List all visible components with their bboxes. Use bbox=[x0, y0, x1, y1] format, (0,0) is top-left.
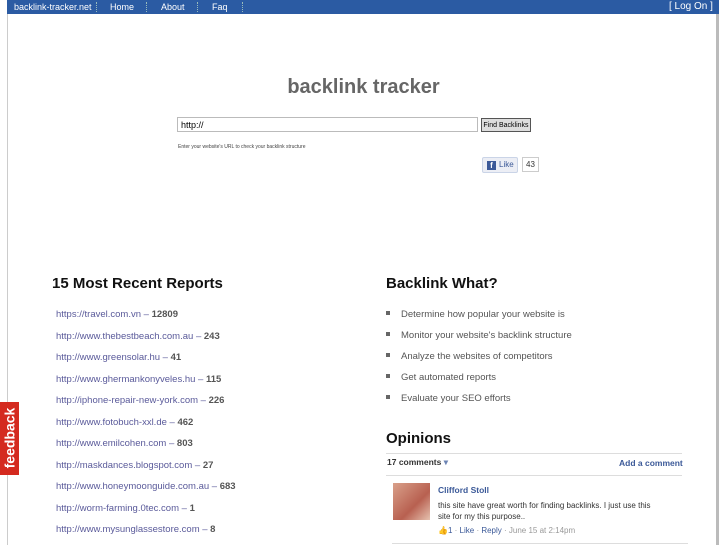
divider bbox=[386, 475, 682, 476]
commenter-avatar[interactable] bbox=[393, 483, 430, 520]
bullet-icon bbox=[386, 311, 390, 315]
report-item[interactable]: https://travel.com.vn – 12809 bbox=[56, 309, 178, 320]
report-url[interactable]: http://www.ghermankonyveles.hu bbox=[56, 374, 195, 385]
like-count: 43 bbox=[522, 157, 539, 172]
reports-heading: 15 Most Recent Reports bbox=[52, 275, 223, 292]
feature-label: Get automated reports bbox=[401, 372, 497, 383]
feature-item: Determine how popular your website is bbox=[386, 309, 565, 320]
feedback-tab[interactable]: feedback bbox=[0, 402, 19, 475]
login-link[interactable]: [ Log On ] bbox=[669, 0, 713, 14]
nav-faq[interactable]: Faq bbox=[212, 0, 228, 14]
feature-label: Analyze the websites of competitors bbox=[401, 351, 553, 362]
report-count: 243 bbox=[203, 330, 220, 342]
report-count: 27 bbox=[202, 459, 214, 471]
bullet-icon bbox=[386, 395, 390, 399]
comment-like-link[interactable]: Like bbox=[460, 526, 475, 535]
feature-item: Monitor your website's backlink structur… bbox=[386, 330, 572, 341]
report-count: 803 bbox=[176, 438, 193, 449]
report-url[interactable]: http://www.greensolar.hu bbox=[56, 352, 160, 363]
comment-author[interactable]: Clifford Stoll bbox=[438, 485, 489, 495]
divider bbox=[96, 2, 97, 12]
report-item[interactable]: http://maskdances.blogspot.com – 27 bbox=[56, 460, 213, 471]
report-item[interactable]: http://www.greensolar.hu – 41 bbox=[56, 352, 181, 363]
feature-item: Analyze the websites of competitors bbox=[386, 351, 553, 362]
report-item[interactable]: http://www.honeymoonguide.com.au – 683 bbox=[56, 481, 236, 492]
divider bbox=[242, 2, 243, 12]
feature-label: Determine how popular your website is bbox=[401, 309, 565, 320]
report-item[interactable]: http://iphone-repair-new-york.com – 226 bbox=[56, 395, 224, 406]
feature-label: Evaluate your SEO efforts bbox=[401, 393, 511, 404]
report-url[interactable]: http://www.emilcohen.com bbox=[56, 438, 166, 449]
feature-item: Get automated reports bbox=[386, 372, 496, 383]
report-url[interactable]: http://maskdances.blogspot.com bbox=[56, 460, 192, 471]
like-label: Like bbox=[499, 160, 514, 169]
report-count: 462 bbox=[177, 416, 194, 428]
add-comment-link[interactable]: Add a comment bbox=[619, 458, 683, 468]
comments-count-dropdown[interactable]: 17 comments ▾ bbox=[387, 457, 448, 468]
thumbs-up-icon: 👍 bbox=[438, 526, 448, 535]
report-item[interactable]: http://worm-farming.0tec.com – 1 bbox=[56, 503, 195, 514]
report-url[interactable]: https://travel.com.vn bbox=[56, 309, 141, 320]
find-backlinks-button[interactable]: Find Backlinks bbox=[481, 118, 531, 132]
bullet-icon bbox=[386, 353, 390, 357]
report-url[interactable]: http://www.fotobuch-xxl.de bbox=[56, 417, 167, 428]
report-item[interactable]: http://www.mysunglassestore.com – 8 bbox=[56, 524, 215, 535]
comment-text: this site have great worth for finding b… bbox=[438, 501, 651, 521]
report-count: 12809 bbox=[151, 309, 178, 320]
url-input[interactable] bbox=[177, 117, 478, 132]
report-count: 115 bbox=[205, 373, 222, 385]
feature-item: Evaluate your SEO efforts bbox=[386, 393, 511, 404]
report-count: 8 bbox=[210, 524, 216, 535]
report-url[interactable]: http://iphone-repair-new-york.com bbox=[56, 395, 198, 406]
hint-text: Enter your website's URL to check your b… bbox=[178, 144, 306, 150]
comment-time: June 15 at 2:14pm bbox=[508, 526, 576, 535]
report-count: 41 bbox=[170, 352, 182, 363]
facebook-like-button[interactable]: f Like bbox=[482, 157, 518, 173]
report-url[interactable]: http://www.thebestbeach.com.au bbox=[56, 331, 193, 342]
nav-about[interactable]: About bbox=[161, 0, 185, 14]
report-item[interactable]: http://www.ghermankonyveles.hu – 115 bbox=[56, 374, 221, 385]
like-count: 1 bbox=[447, 526, 453, 535]
comment-reply-link[interactable]: Reply bbox=[481, 526, 501, 535]
report-item[interactable]: http://www.emilcohen.com – 803 bbox=[56, 438, 193, 449]
divider bbox=[392, 543, 688, 544]
report-item[interactable]: http://www.thebestbeach.com.au – 243 bbox=[56, 331, 220, 342]
report-url[interactable]: http://www.mysunglassestore.com bbox=[56, 524, 200, 535]
opinions-heading: Opinions bbox=[386, 430, 451, 447]
report-url[interactable]: http://www.honeymoonguide.com.au bbox=[56, 481, 209, 492]
page-title: backlink tracker bbox=[287, 76, 440, 98]
what-heading: Backlink What? bbox=[386, 275, 498, 292]
nav-home[interactable]: Home bbox=[110, 0, 134, 14]
report-count: 1 bbox=[189, 502, 195, 514]
feature-label: Monitor your website's backlink structur… bbox=[401, 330, 572, 341]
facebook-icon: f bbox=[487, 161, 496, 170]
brand-link[interactable]: backlink-tracker.net bbox=[14, 0, 92, 14]
report-count: 226 bbox=[208, 395, 225, 406]
report-count: 683 bbox=[219, 481, 236, 492]
divider bbox=[197, 2, 198, 12]
bullet-icon bbox=[386, 374, 390, 378]
comment-actions: 👍1 · Like · Reply · June 15 at 2:14pm bbox=[438, 526, 576, 535]
divider bbox=[386, 453, 682, 454]
bullet-icon bbox=[386, 332, 390, 336]
divider bbox=[146, 2, 147, 12]
top-nav: backlink-tracker.net Home About Faq [ Lo… bbox=[7, 0, 719, 14]
report-item[interactable]: http://www.fotobuch-xxl.de – 462 bbox=[56, 417, 193, 428]
report-url[interactable]: http://worm-farming.0tec.com bbox=[56, 503, 179, 514]
